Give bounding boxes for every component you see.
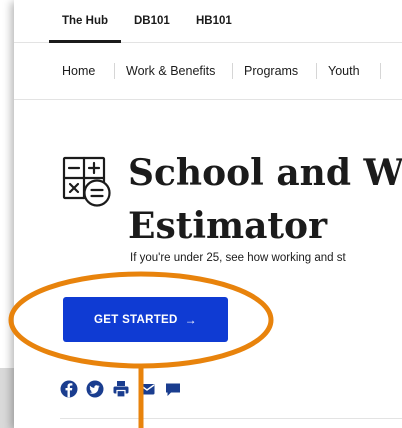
nav-work-benefits[interactable]: Work & Benefits: [126, 43, 215, 99]
tab-the-hub[interactable]: The Hub: [49, 0, 121, 43]
main-nav: Home Work & Benefits Programs Youth: [14, 43, 402, 100]
section-divider: [60, 418, 402, 419]
nav-separator: [316, 63, 317, 79]
twitter-icon[interactable]: [86, 380, 104, 398]
page-subtitle: If you're under 25, see how working and …: [130, 252, 346, 264]
page-title-line2: Estimator: [128, 205, 328, 247]
nav-separator: [232, 63, 233, 79]
facebook-icon[interactable]: [60, 380, 78, 398]
nav-separator: [114, 63, 115, 79]
site-tabs: The Hub DB101 HB101: [14, 0, 402, 43]
nav-separator: [380, 63, 381, 79]
page-title-line1: School and W: [128, 152, 402, 194]
chat-icon[interactable]: [164, 380, 182, 398]
tab-hb101[interactable]: HB101: [196, 0, 232, 42]
get-started-label: GET STARTED: [94, 313, 178, 326]
get-started-button[interactable]: GET STARTED →: [63, 297, 228, 342]
nav-programs[interactable]: Programs: [244, 43, 298, 99]
email-icon[interactable]: [138, 380, 156, 398]
arrow-right-icon: →: [184, 312, 197, 327]
print-icon[interactable]: [112, 380, 130, 398]
nav-youth[interactable]: Youth: [328, 43, 360, 99]
tab-db101[interactable]: DB101: [134, 0, 170, 42]
nav-home[interactable]: Home: [62, 43, 95, 99]
calculator-icon: [62, 156, 111, 207]
browser-page: The Hub DB101 HB101 Home Work & Benefits…: [14, 0, 402, 428]
